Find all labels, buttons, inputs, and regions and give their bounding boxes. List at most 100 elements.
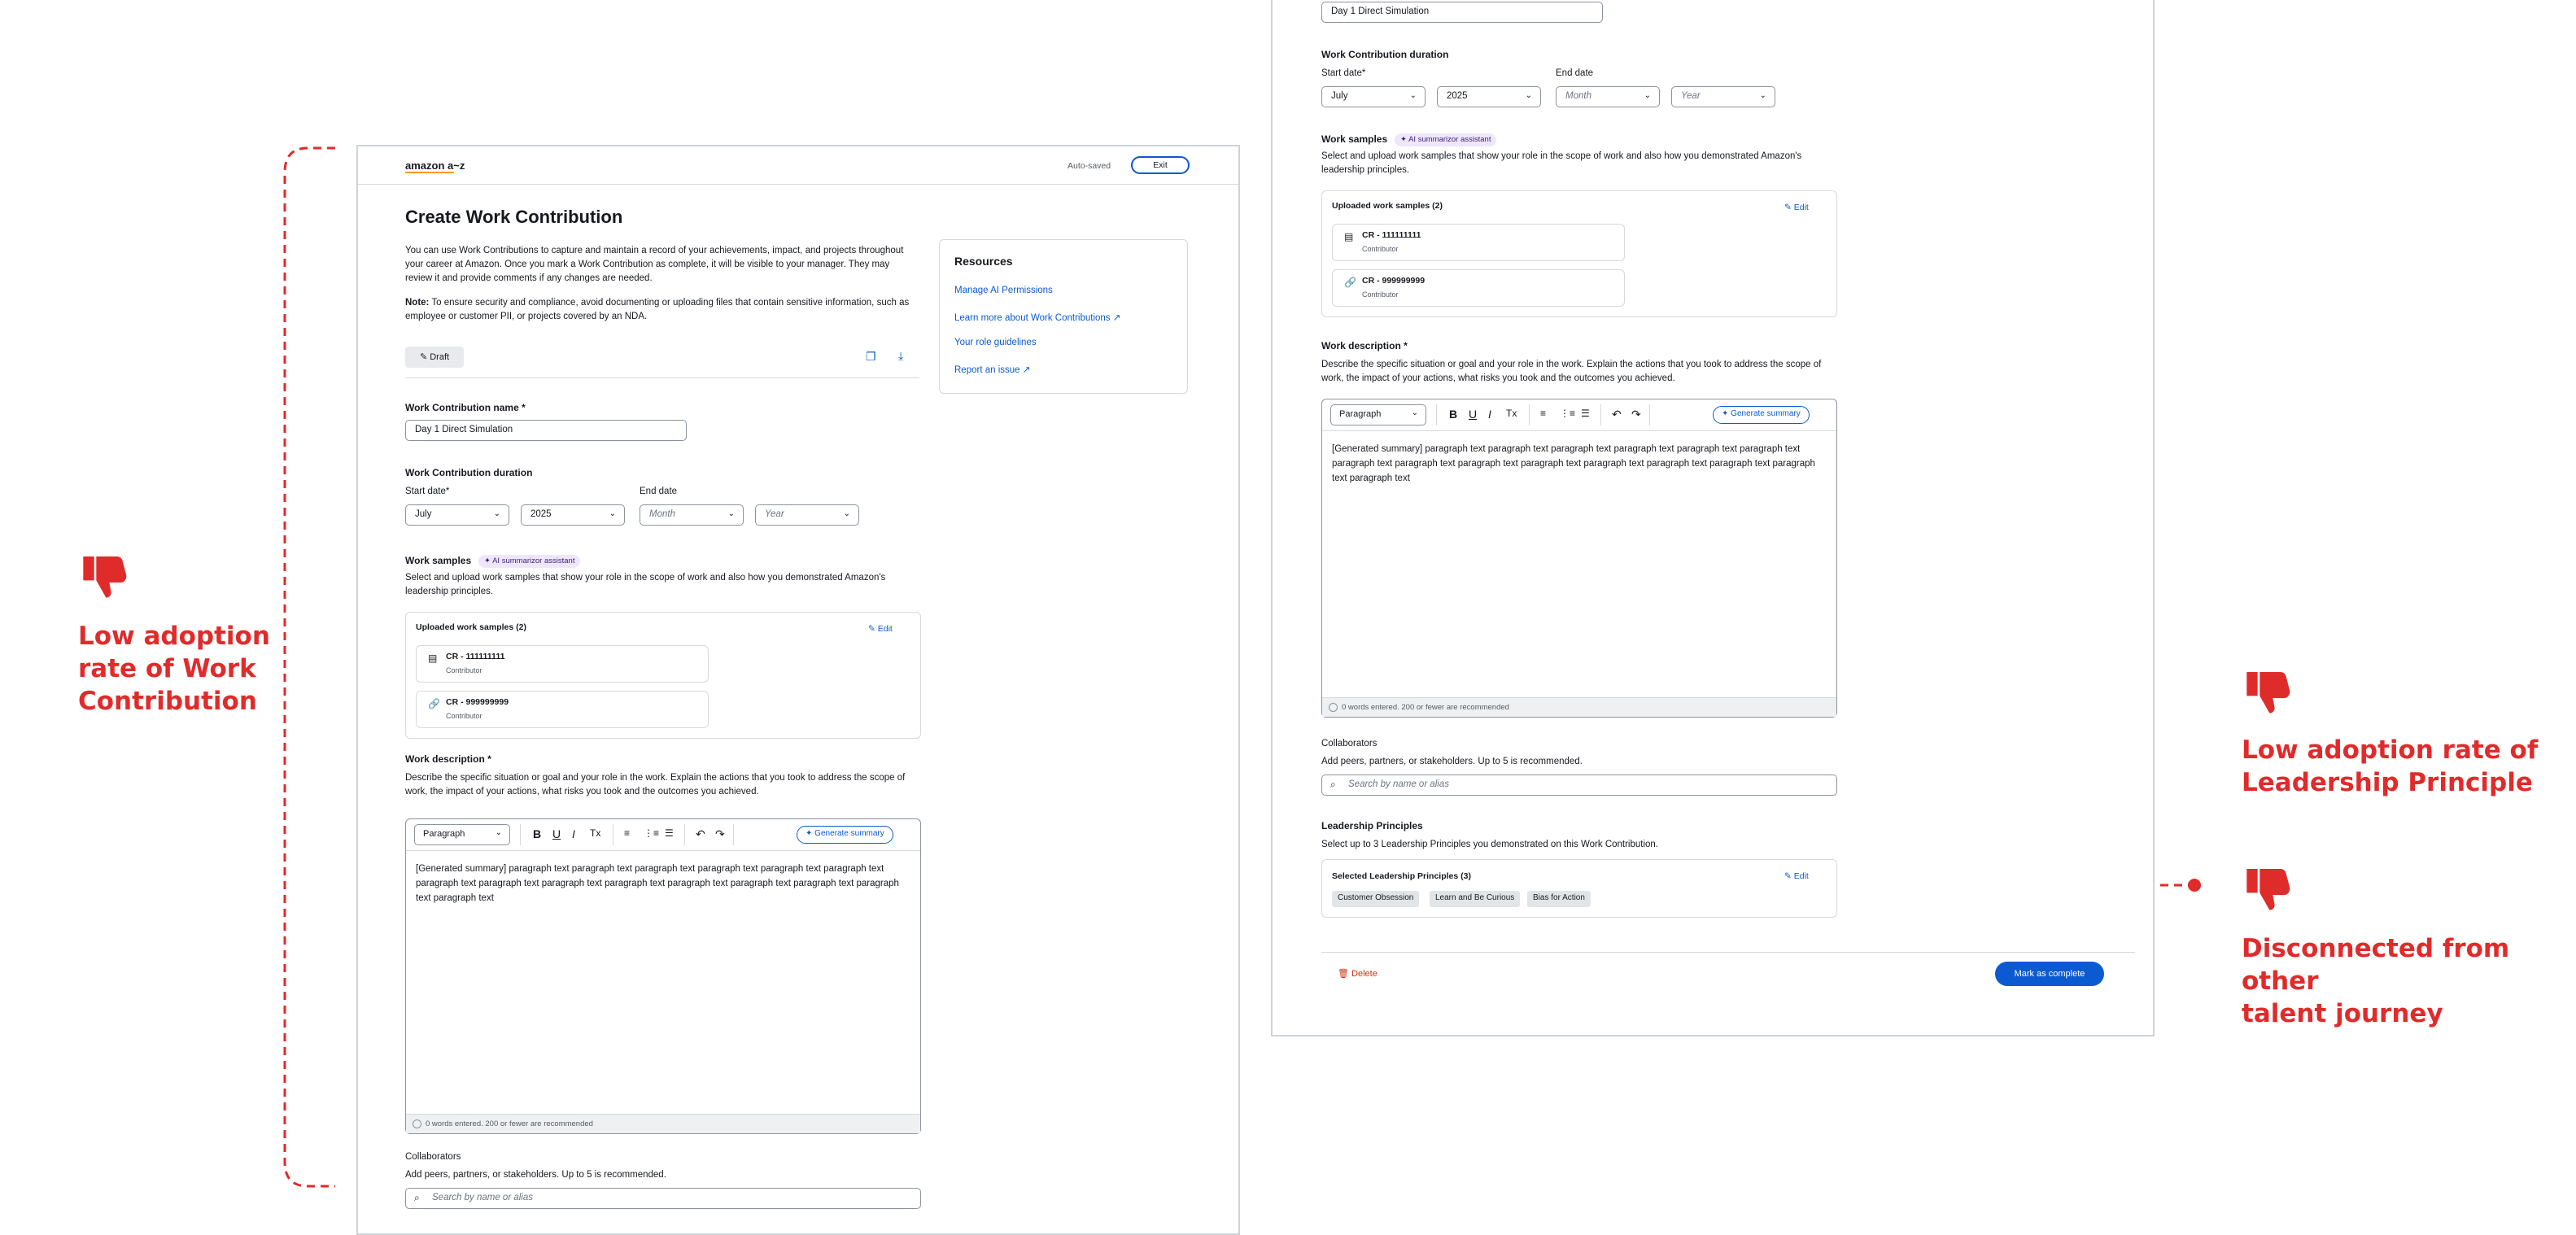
manage-ai-permissions-link[interactable]: Manage AI Permissions [954,286,1053,295]
work-description-label: Work description * [405,753,491,765]
page-title: Create Work Contribution [405,207,623,227]
chevron-down-icon: ⌄ [1644,91,1651,100]
edit-samples-button[interactable]: ✎ Edit [868,624,893,634]
align-icon[interactable]: ≡ [1540,408,1546,419]
undo-icon[interactable]: ↶ [696,827,705,841]
uploaded-samples-card: Uploaded work samples (2) ✎ Edit ▤ CR - 1… [405,612,921,739]
annotation-low-adoption-leadership-principle: Low adoption rate of Leadership Principl… [2242,735,2539,797]
editor-toolbar: Paragraph ⌄ B U I Tx ≡ ⋮≡ ☰ ↶ ↷ ✦ Generat… [1322,399,1836,431]
paragraph-style-select[interactable]: Paragraph ⌄ [414,824,510,845]
work-samples-desc: Select and upload work samples that show… [1321,151,1802,175]
italic-icon[interactable]: I [1488,408,1491,421]
start-year-select[interactable]: 2025 ⌄ [521,504,625,526]
collaborators-label: Collaborators [1321,739,1378,748]
document-icon: ▤ [428,652,438,664]
work-sample-item[interactable]: 🔗 CR - 999999999 Contributor [1332,269,1625,307]
work-description-help: Describe the specific situation or goal … [405,773,906,796]
end-month-select[interactable]: Month ⌄ [640,504,744,526]
editor-content[interactable]: [Generated summary] paragraph text parag… [416,862,910,906]
logo-smile [405,172,454,173]
resources-title: Resources [954,255,1013,268]
external-link-icon: ↗ [1022,365,1031,375]
uploaded-samples-title: Uploaded work samples (2) [416,622,526,632]
underline-icon[interactable]: U [1469,408,1477,421]
pencil-icon: ✎ [1784,203,1792,212]
collaborators-search-input[interactable]: ⌕ Search by name or alias [1321,775,1837,796]
work-samples-label: Work samples [1321,133,1388,145]
redo-icon[interactable]: ↷ [1631,408,1641,421]
start-month-select[interactable]: July ⌄ [1321,86,1426,107]
work-samples-desc: Select and upload work samples that show… [405,573,886,596]
italic-icon[interactable]: I [572,827,575,840]
start-date-label: Start date* [405,487,450,496]
edit-lp-button[interactable]: ✎ Edit [1784,871,1809,881]
end-month-select[interactable]: Month ⌄ [1556,86,1660,107]
work-contribution-name-input[interactable]: Day 1 Direct Simulation [1321,2,1603,23]
word-count-footer: 0 words entered. 200 or fewer are recomm… [406,1114,920,1133]
status-circle-icon [1329,703,1338,712]
collaborators-search-input[interactable]: ⌕ Search by name or alias [405,1188,921,1209]
work-sample-item[interactable]: 🔗 CR - 999999999 Contributor [416,691,709,728]
ai-summarizor-pill: ✦ AI summarizor assistant [1395,133,1497,146]
work-sample-item[interactable]: ▤ CR - 111111111 Contributor [416,645,709,683]
align-icon[interactable]: ≡ [624,827,630,839]
work-description-editor[interactable]: Paragraph ⌄ B U I Tx ≡ ⋮≡ ☰ ↶ ↷ ✦ Generat… [405,818,921,1134]
report-issue-link[interactable]: Report an issue ↗ [954,364,1030,375]
start-date-label: Start date* [1321,68,1366,78]
right-screen-panel: Day 1 Direct Simulation Work Contributio… [1271,0,2155,1036]
copy-icon[interactable]: ❐ [866,350,876,364]
start-year-select[interactable]: 2025 ⌄ [1437,86,1541,107]
end-date-label: End date [1556,68,1594,78]
redo-icon[interactable]: ↷ [715,827,725,841]
clear-format-icon[interactable]: Tx [1506,408,1517,419]
bold-icon[interactable]: B [533,827,541,840]
chevron-down-icon: ⌄ [1409,91,1417,100]
chevron-down-icon: ⌄ [609,509,616,518]
paragraph-style-select[interactable]: Paragraph ⌄ [1330,404,1426,425]
end-year-select[interactable]: Year ⌄ [1671,86,1775,107]
leadership-principles-label: Leadership Principles [1321,820,1423,831]
search-icon: ⌕ [1330,779,1336,790]
bulleted-list-icon[interactable]: ☰ [1581,408,1590,419]
generate-summary-button[interactable]: ✦ Generate summary [1713,406,1810,424]
ai-summarizor-pill: ✦ AI summarizor assistant [478,555,581,568]
intro-text: You can use Work Contributions to captur… [405,246,904,283]
bulleted-list-icon[interactable]: ☰ [665,827,674,839]
mark-as-complete-button[interactable]: Mark as complete [1995,962,2104,986]
delete-button[interactable]: 🗑 Delete [1338,968,1378,979]
collaborators-help: Add peers, partners, or stakeholders. Up… [405,1170,666,1180]
work-sample-item[interactable]: ▤ CR - 111111111 Contributor [1332,224,1625,261]
work-description-editor[interactable]: Paragraph ⌄ B U I Tx ≡ ⋮≡ ☰ ↶ ↷ ✦ Generat… [1321,399,1837,718]
editor-content[interactable]: [Generated summary] paragraph text parag… [1332,442,1827,486]
underline-icon[interactable]: U [552,827,561,840]
end-year-select[interactable]: Year ⌄ [755,504,859,526]
lp-selected-title: Selected Leadership Principles (3) [1332,871,1471,881]
clear-format-icon[interactable]: Tx [590,827,600,839]
work-description-help: Describe the specific situation or goal … [1321,360,1822,383]
editor-toolbar: Paragraph ⌄ B U I Tx ≡ ⋮≡ ☰ ↶ ↷ ✦ Generat… [406,819,920,851]
amazon-az-logo: amazon a~z [405,159,465,172]
bold-icon[interactable]: B [1449,408,1457,421]
learn-more-link[interactable]: Learn more about Work Contributions ↗ [954,312,1120,323]
role-guidelines-link[interactable]: Your role guidelines [954,338,1037,347]
exit-button[interactable]: Exit [1131,156,1190,174]
name-label: Work Contribution name * [405,402,526,413]
numbered-list-icon[interactable]: ⋮≡ [644,827,659,839]
download-icon[interactable]: ⤓ [898,349,903,363]
chevron-down-icon: ⌄ [843,509,850,518]
lp-tag: Customer Obsession [1332,891,1420,907]
left-screen-panel: amazon a~z Auto-saved Exit Create Work C… [356,145,1240,1235]
undo-icon[interactable]: ↶ [1612,408,1622,421]
start-month-select[interactable]: July ⌄ [405,504,509,526]
edit-samples-button[interactable]: ✎ Edit [1784,203,1809,212]
generate-summary-button[interactable]: ✦ Generate summary [797,826,893,844]
document-icon: ▤ [1344,231,1354,242]
chevron-down-icon: ⌄ [1759,91,1766,100]
thumbs-down-icon [2246,869,2290,910]
numbered-list-icon[interactable]: ⋮≡ [1560,408,1575,419]
uploaded-samples-title: Uploaded work samples (2) [1332,201,1443,211]
trash-icon: 🗑 [1338,969,1349,979]
work-contribution-name-input[interactable]: Day 1 Direct Simulation [405,420,687,441]
chevron-down-icon: ⌄ [1525,91,1532,100]
status-circle-icon [413,1119,421,1128]
